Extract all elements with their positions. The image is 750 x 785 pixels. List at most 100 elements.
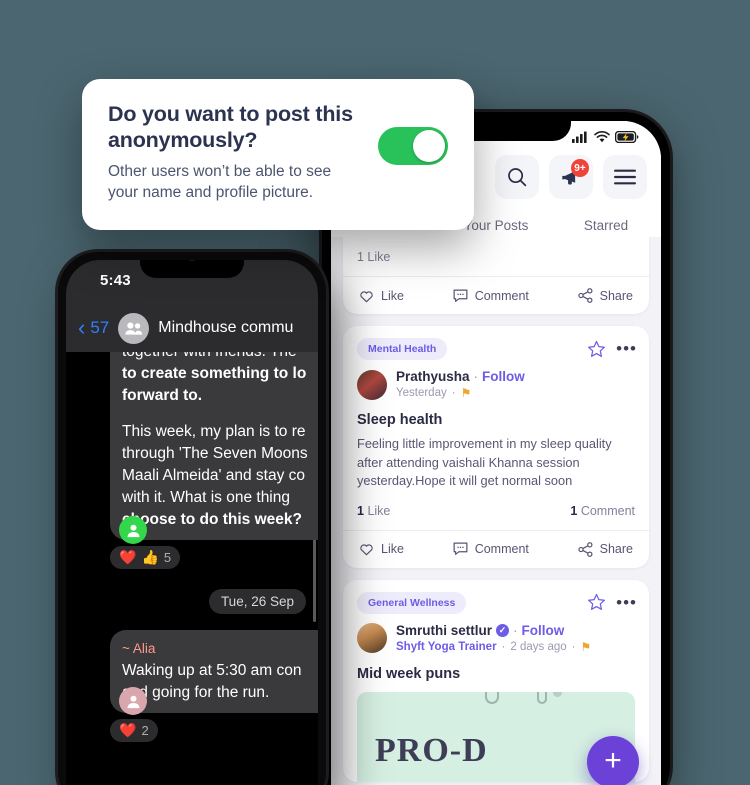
comment-button[interactable]: Comment xyxy=(453,542,529,557)
date-divider: Tue, 26 Sep xyxy=(208,589,306,614)
image-decoration xyxy=(537,691,547,704)
flag-icon[interactable]: ⚑ xyxy=(581,640,592,654)
flag-icon[interactable]: ⚑ xyxy=(461,386,472,400)
author-name-row: Smruthi settlur ✓ · Follow xyxy=(396,623,591,638)
bubble-line: Waking up at 5:30 am con xyxy=(122,662,302,680)
share-button[interactable]: Share xyxy=(577,288,633,303)
separator-dot: · xyxy=(451,387,456,399)
back-button[interactable]: ‹ 57 xyxy=(78,317,109,339)
like-label: Like xyxy=(381,542,404,557)
comment-label: Comment xyxy=(474,542,529,557)
post-card[interactable]: 1 Like Like Comment Share xyxy=(343,237,649,314)
post-feed[interactable]: 1 Like Like Comment Share Mental Health … xyxy=(331,237,661,785)
separator-dot: · xyxy=(473,369,479,384)
post-time: 2 days ago xyxy=(510,640,567,653)
author-meta: Yesterday · ⚑ xyxy=(396,386,525,400)
bubble-sender-name: ~ Alia xyxy=(122,641,156,656)
post-author: Prathyusha · Follow Yesterday · ⚑ xyxy=(343,360,649,400)
heart-emoji-icon: ❤️ xyxy=(119,722,137,739)
bubble-line: This week, my plan is to re xyxy=(122,423,306,440)
comment-bubble-icon xyxy=(453,289,468,302)
post-title: Sleep health xyxy=(357,412,443,428)
left-status-bar: 5:43 xyxy=(66,260,318,304)
like-button[interactable]: Like xyxy=(359,542,404,557)
cellular-signal-icon xyxy=(572,131,587,143)
notification-badge: 9+ xyxy=(571,159,589,177)
separator-dot: · xyxy=(513,622,518,638)
comment-bubble-icon xyxy=(453,542,468,556)
bubble-line: together with friends. The xyxy=(122,352,318,363)
bubble-line: choose to do this week? xyxy=(122,511,302,528)
bubble-line: with it. What is one thing xyxy=(122,489,290,506)
star-outline-icon[interactable] xyxy=(587,340,606,359)
post-card[interactable]: Mental Health ••• Prathyusha · Follow Ye… xyxy=(343,326,649,568)
sender-avatar[interactable] xyxy=(119,516,147,544)
image-decoration xyxy=(553,691,562,697)
like-button[interactable]: Like xyxy=(359,288,404,303)
anonymity-subtitle: Other users won’t be able to see your na… xyxy=(108,163,332,202)
left-phone-screen: 5:43 ‹ 57 Mindhouse commu on my xyxy=(66,260,318,785)
chat-bubble[interactable]: on my shelf for too long, or be planning… xyxy=(110,352,318,544)
front-camera-icon xyxy=(187,260,197,261)
notch xyxy=(140,260,244,278)
hamburger-menu-icon xyxy=(614,169,636,185)
notifications-button[interactable]: 9+ xyxy=(549,155,593,199)
author-name[interactable]: Prathyusha xyxy=(396,369,470,384)
status-time: 5:43 xyxy=(100,272,131,289)
avatar[interactable] xyxy=(357,369,387,400)
back-unread-count: 57 xyxy=(90,318,110,337)
chat-message-list[interactable]: on my shelf for too long, or be planning… xyxy=(66,352,318,785)
more-options-icon[interactable]: ••• xyxy=(616,593,637,610)
reaction-count: 2 xyxy=(141,723,149,739)
avatar[interactable] xyxy=(357,623,387,654)
message-reactions[interactable]: ❤️ 👍 5 xyxy=(110,546,181,569)
comment-button[interactable]: Comment xyxy=(453,288,529,303)
post-actions: Like Comment Share xyxy=(343,531,649,568)
chat-nav-bar: ‹ 57 Mindhouse commu xyxy=(66,304,318,352)
author-role: Shyft Yoga Trainer xyxy=(396,640,497,653)
post-actions: Like Comment Share xyxy=(343,277,649,314)
heart-outline-icon xyxy=(360,544,373,556)
post-card-header: General Wellness ••• xyxy=(343,580,649,614)
post-counts: 1 Like xyxy=(343,237,649,277)
search-button[interactable] xyxy=(495,155,539,199)
sender-avatar[interactable] xyxy=(119,687,147,716)
share-label: Share xyxy=(599,542,633,557)
anonymity-dialog: Do you want to post this anonymously? Ot… xyxy=(82,79,474,231)
comment-count-text: 1 Comment xyxy=(570,504,635,518)
anonymity-toggle[interactable] xyxy=(378,127,448,165)
thumbsup-emoji-icon: 👍 xyxy=(141,549,159,565)
bubble-line: and going for the run. xyxy=(122,684,270,702)
follow-button[interactable]: Follow xyxy=(482,369,525,384)
more-options-icon[interactable]: ••• xyxy=(616,340,637,357)
like-count-text: 1 Like xyxy=(357,250,391,264)
heart-outline-icon xyxy=(360,290,373,303)
heart-emoji-icon: ❤️ xyxy=(119,549,137,565)
share-button[interactable]: Share xyxy=(577,541,633,557)
star-outline-icon[interactable] xyxy=(587,593,606,612)
message-reactions[interactable]: ❤️ 2 xyxy=(110,719,158,743)
follow-button[interactable]: Follow xyxy=(522,623,565,638)
share-label: Share xyxy=(599,288,633,303)
comment-count: 1 xyxy=(570,503,578,518)
like-count-text: 1 Like xyxy=(357,504,390,518)
share-icon xyxy=(577,288,593,303)
create-post-fab[interactable]: + xyxy=(587,736,639,785)
post-body: Feeling little improvement in my sleep q… xyxy=(357,436,612,489)
category-chip[interactable]: Mental Health xyxy=(357,338,448,360)
chat-bubble[interactable]: ~ Alia Waking up at 5:30 am con and goin… xyxy=(110,630,318,716)
toggle-knob xyxy=(413,130,445,162)
left-phone-mockup: 5:43 ‹ 57 Mindhouse commu on my xyxy=(58,252,326,785)
like-count-label: Like xyxy=(367,503,391,518)
group-avatar[interactable] xyxy=(118,312,150,344)
author-meta: Shyft Yoga Trainer · 2 days ago · ⚑ xyxy=(396,640,591,654)
author-name[interactable]: Smruthi settlur xyxy=(396,623,492,638)
menu-button[interactable] xyxy=(603,155,647,199)
wifi-icon xyxy=(594,131,610,143)
category-chip[interactable]: General Wellness xyxy=(357,591,467,614)
bubble-line: Maali Almeida' and stay co xyxy=(122,467,306,484)
image-decoration xyxy=(485,691,499,704)
post-title: Mid week puns xyxy=(357,665,461,682)
post-card-header: Mental Health ••• xyxy=(343,326,649,360)
search-icon xyxy=(508,168,527,187)
